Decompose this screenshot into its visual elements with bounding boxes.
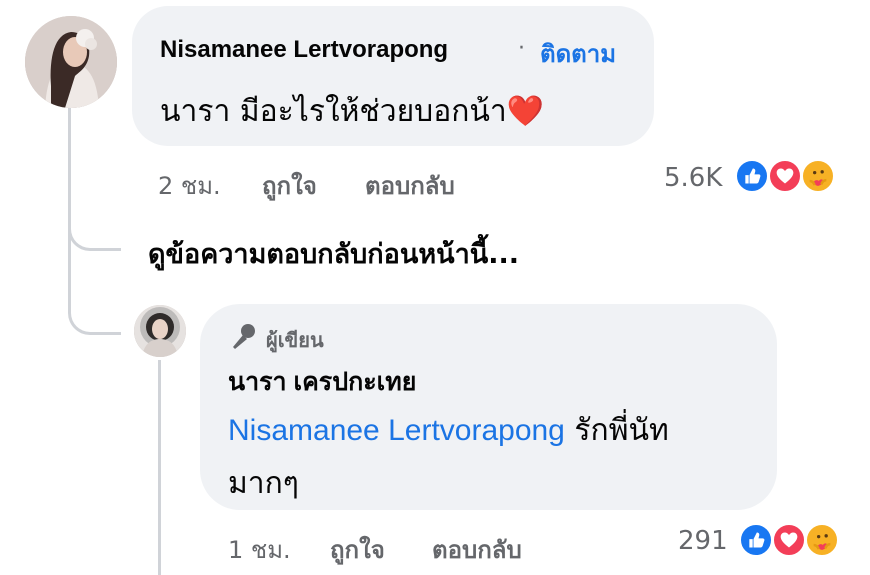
reply-text-line1: Nisamanee Lertvorapong รักพี่นัท	[228, 407, 669, 454]
view-previous-replies-link[interactable]: ดูข้อความตอบกลับก่อนหน้านี้...	[148, 232, 519, 275]
heart-emoji: ❤️	[506, 94, 545, 129]
like-reaction-icon	[738, 522, 774, 558]
microphone-icon	[228, 322, 258, 352]
reply-reply-button[interactable]: ตอบกลับ	[432, 530, 522, 569]
comment-reply-button[interactable]: ตอบกลับ	[365, 166, 455, 205]
reply-like-button[interactable]: ถูกใจ	[330, 530, 385, 569]
reply-author-name[interactable]: นารา เครปกะเทย	[228, 362, 416, 402]
care-reaction-icon	[804, 522, 840, 558]
love-reaction-icon	[767, 158, 803, 194]
comment-reaction-count[interactable]: 5.6K	[664, 163, 722, 193]
reply-time[interactable]: 1 ชม.	[228, 530, 291, 569]
reply-reaction-count[interactable]: 291	[678, 526, 728, 556]
mention-link[interactable]: Nisamanee Lertvorapong	[228, 414, 565, 447]
comment-like-button[interactable]: ถูกใจ	[262, 166, 317, 205]
reply-author-avatar[interactable]	[134, 305, 186, 357]
follow-link[interactable]: ติดตาม	[540, 34, 616, 73]
thread-branch-previous	[68, 200, 121, 251]
commenter-avatar[interactable]	[25, 16, 117, 108]
love-reaction-icon	[771, 522, 807, 558]
reply-text-line2: มากๆ	[228, 466, 299, 501]
thread-branch-reply	[68, 290, 121, 335]
reply-text-body: รักพี่นัท	[574, 413, 669, 448]
separator-dot: ·	[518, 36, 525, 61]
comment-text-body: นารา มีอะไรให้ช่วยบอกน้า	[160, 94, 507, 129]
comment-time[interactable]: 2 ชม.	[158, 166, 221, 205]
comment-text: นารา มีอะไรให้ช่วยบอกน้า❤️	[160, 88, 544, 135]
reply-thread-line	[158, 360, 161, 575]
comment-author-name[interactable]: Nisamanee Lertvorapong	[160, 36, 448, 64]
care-reaction-icon	[800, 158, 836, 194]
like-reaction-icon	[734, 158, 770, 194]
author-badge: ผู้เขียน	[266, 328, 324, 352]
